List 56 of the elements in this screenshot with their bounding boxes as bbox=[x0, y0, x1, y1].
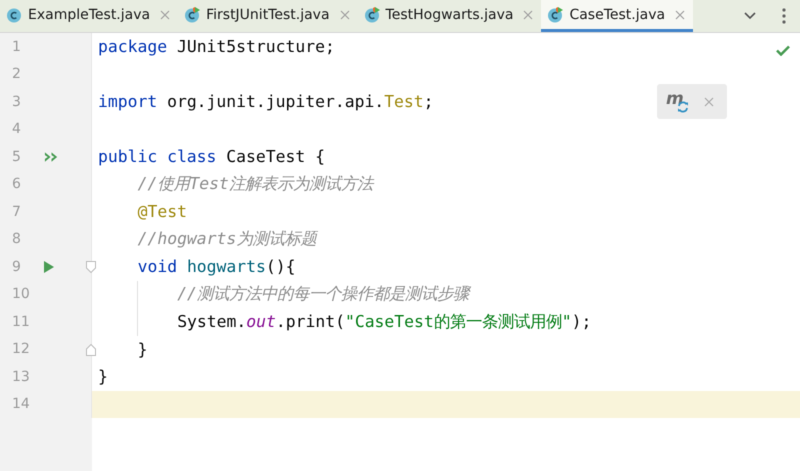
line-number: 5 bbox=[11, 148, 22, 165]
editor-tab[interactable]: ExampleTest.java bbox=[0, 0, 178, 32]
run-icon[interactable] bbox=[44, 260, 54, 273]
code-text: CaseTest { bbox=[226, 147, 325, 166]
editor-tab[interactable]: FirstJUnitTest.java bbox=[178, 0, 358, 32]
close-icon[interactable] bbox=[523, 10, 534, 20]
close-icon[interactable] bbox=[675, 10, 686, 20]
class-file-icon bbox=[184, 6, 200, 22]
keyword: void bbox=[138, 257, 178, 276]
keyword: package bbox=[98, 37, 168, 56]
keyword: public class bbox=[98, 147, 218, 166]
reload-button[interactable]: m bbox=[666, 90, 690, 114]
string-literal: "CaseTest的第一条测试用例" bbox=[344, 310, 572, 333]
line-number: 4 bbox=[11, 121, 22, 138]
line-number: 11 bbox=[11, 314, 31, 330]
code-comment: //hogwarts为测试标题 bbox=[138, 228, 316, 250]
line-number: 13 bbox=[11, 368, 31, 385]
static-field: out bbox=[246, 312, 276, 332]
code-text: System. bbox=[177, 312, 246, 332]
close-icon[interactable] bbox=[340, 10, 350, 20]
line-number: 6 bbox=[11, 176, 22, 192]
close-icon[interactable] bbox=[704, 96, 714, 106]
code-comment: //测试方法中的每一个操作都是测试步骤 bbox=[177, 283, 469, 306]
editor-tab[interactable]: CaseTest.java bbox=[541, 0, 694, 32]
line-number: 10 bbox=[11, 286, 31, 302]
class-file-icon bbox=[364, 6, 380, 22]
line-number: 9 bbox=[11, 258, 22, 275]
close-icon[interactable] bbox=[160, 10, 170, 20]
line-number: 12 bbox=[11, 341, 31, 358]
annotation: @Test bbox=[138, 202, 187, 222]
class-file-icon bbox=[547, 6, 564, 22]
run-all-icon[interactable] bbox=[44, 150, 59, 163]
code-text: ; bbox=[424, 92, 434, 112]
line-number: 3 bbox=[11, 94, 22, 110]
fold-icon[interactable] bbox=[86, 344, 96, 356]
method-name: hogwarts bbox=[186, 257, 266, 276]
code-text: } bbox=[138, 340, 148, 359]
keyword: import bbox=[98, 92, 158, 112]
class-file-icon bbox=[6, 6, 22, 22]
line-number: 14 bbox=[11, 396, 31, 412]
fold-icon[interactable] bbox=[86, 261, 96, 273]
code-comment: //使用Test注解表示为测试方法 bbox=[138, 173, 373, 196]
more-icon[interactable] bbox=[782, 8, 786, 24]
line-number: 2 bbox=[11, 66, 22, 82]
line-number: 8 bbox=[11, 231, 22, 248]
code-text: .print( bbox=[276, 312, 345, 332]
line-number: 7 bbox=[11, 204, 22, 220]
code-text: ); bbox=[572, 312, 592, 332]
annotation: Test bbox=[384, 92, 424, 112]
editor-tab[interactable]: TestHogwarts.java bbox=[358, 0, 542, 32]
line-number: 1 bbox=[11, 38, 22, 55]
code-text: (){ bbox=[266, 257, 296, 276]
code-text: } bbox=[98, 367, 108, 386]
code-text: org.junit.jupiter.api. bbox=[167, 92, 384, 112]
chevron-down-icon[interactable] bbox=[744, 12, 756, 20]
code-text: JUnit5structure; bbox=[176, 37, 335, 56]
